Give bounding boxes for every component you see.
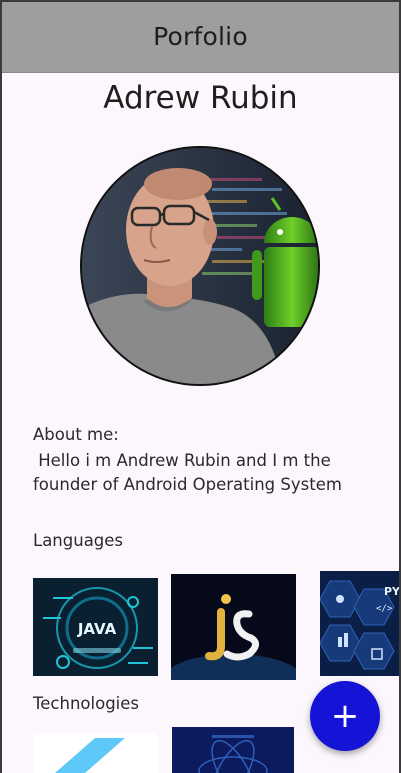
app-bar-title: Porfolio [153, 21, 248, 51]
profile-avatar [80, 146, 320, 386]
app-bar: Porfolio [0, 0, 401, 73]
about-text: Hello i m Andrew Rubin and I m the found… [33, 451, 342, 494]
avatar-illustration [82, 148, 318, 384]
python-logo-text: PY [384, 585, 401, 598]
languages-label: Languages [33, 531, 124, 550]
svg-text:</>: </> [376, 604, 393, 614]
java-logo-icon[interactable]: JAVA [33, 578, 158, 676]
javascript-logo-icon[interactable] [171, 574, 296, 680]
flutter-logo-icon[interactable] [33, 733, 158, 773]
python-tech-icon[interactable]: </> PY [320, 571, 401, 676]
technologies-label: Technologies [33, 694, 139, 713]
react-logo-icon[interactable] [172, 727, 294, 773]
profile-name: Adrew Rubin [103, 80, 298, 116]
about-title: About me: [33, 425, 119, 444]
add-button[interactable]: + [310, 681, 380, 751]
java-logo-text: JAVA [77, 620, 117, 638]
